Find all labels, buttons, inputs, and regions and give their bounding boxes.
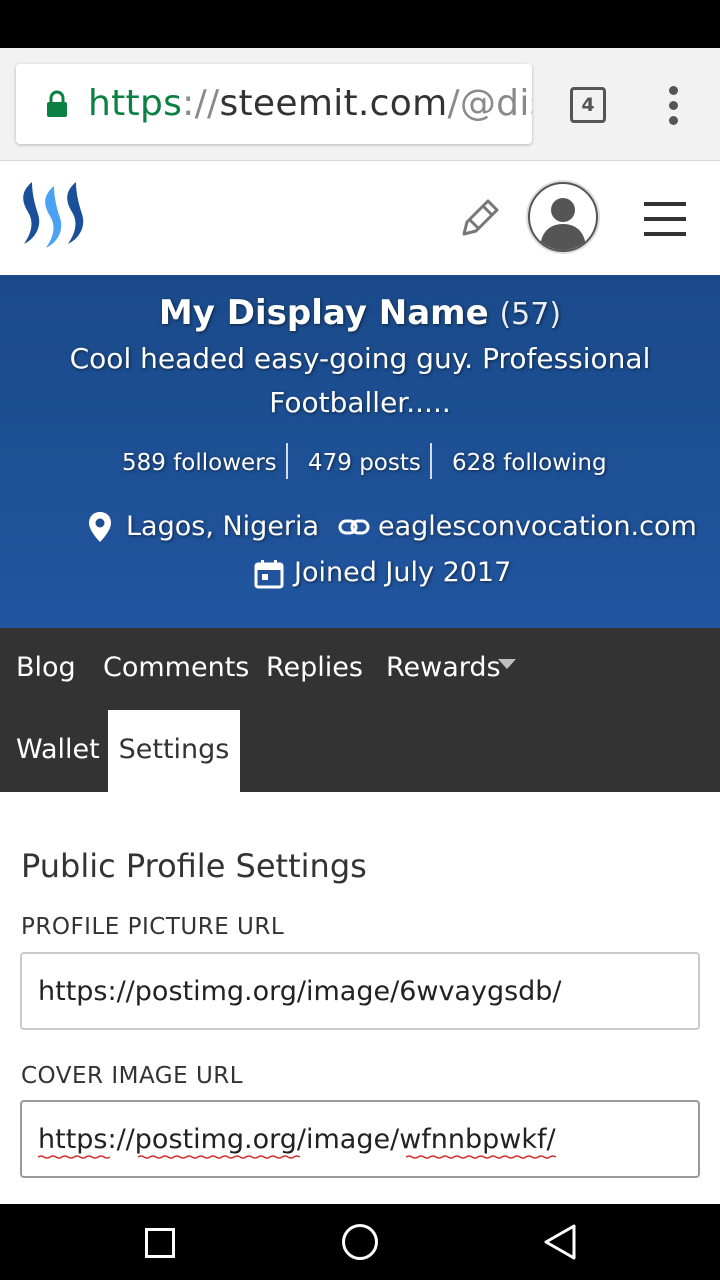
tab-settings[interactable]: Settings [108, 710, 240, 792]
rewards-dropdown-caret-icon[interactable] [498, 659, 516, 669]
profile-picture-label: PROFILE PICTURE URL [21, 914, 285, 940]
cover-image-url-input[interactable] [20, 1100, 700, 1178]
location-pin-icon [89, 512, 111, 542]
profile-picture-url-input[interactable] [20, 952, 700, 1030]
display-name-text: My Display Name [158, 293, 489, 333]
user-silhouette-icon [540, 198, 586, 250]
tab-comments[interactable]: Comments [103, 648, 249, 688]
stats-divider [286, 443, 288, 479]
profile-bio: Cool headed easy-going guy. Professional… [69, 342, 651, 419]
following-count[interactable]: 628 following [452, 443, 607, 483]
url-separator: :// [182, 83, 220, 124]
link-icon [338, 519, 370, 535]
profile-tabs: Blog Comments Replies Rewards Wallet Set… [0, 628, 720, 792]
browser-menu-icon[interactable] [663, 86, 685, 126]
tab-replies[interactable]: Replies [266, 648, 363, 688]
avatar[interactable] [528, 182, 598, 252]
recent-apps-icon[interactable] [145, 1228, 175, 1258]
tab-switcher-button[interactable]: 4 [570, 87, 606, 123]
status-bar [0, 0, 720, 48]
lock-icon [47, 90, 67, 117]
calendar-icon [254, 560, 284, 589]
tab-rewards[interactable]: Rewards [386, 648, 501, 688]
location-text: Lagos, Nigeria [126, 511, 320, 542]
spellcheck-underline [406, 1155, 556, 1159]
stats-divider [430, 443, 432, 479]
followers-count[interactable]: 589 followers [122, 443, 277, 483]
spellcheck-underline [138, 1155, 300, 1159]
url-path: /@disl [447, 83, 532, 124]
profile-joined-row: Joined July 2017 [0, 553, 720, 593]
settings-section-title: Public Profile Settings [21, 847, 367, 885]
profile-banner: My Display Name (57) Cool headed easy-go… [0, 275, 720, 628]
back-icon[interactable] [540, 1222, 580, 1262]
url-scheme: https [88, 83, 183, 124]
home-icon[interactable] [342, 1224, 378, 1260]
android-navigation-bar [0, 1204, 720, 1280]
profile-stats: 589 followers 479 posts 628 following [0, 443, 720, 483]
profile-meta-row: Lagos, Nigeria eaglesconvocation.com [0, 507, 720, 547]
steem-logo[interactable] [18, 178, 90, 252]
joined-date: Joined July 2017 [294, 557, 512, 588]
posts-count[interactable]: 479 posts [308, 443, 421, 483]
tab-wallet[interactable]: Wallet [16, 730, 100, 770]
profile-display-name: My Display Name (57) [0, 291, 720, 337]
reputation-score: (57) [499, 297, 562, 332]
tab-blog[interactable]: Blog [16, 648, 76, 688]
browser-toolbar: https://steemit.com/@disl 4 [0, 48, 720, 161]
url-text: https://steemit.com/@disl [88, 82, 532, 126]
website-link[interactable]: eaglesconvocation.com [378, 507, 697, 547]
hamburger-menu-icon[interactable] [644, 202, 688, 238]
address-bar[interactable]: https://steemit.com/@disl [16, 64, 532, 144]
url-host: steemit.com [219, 83, 448, 124]
cover-image-label: COVER IMAGE URL [21, 1063, 244, 1089]
pencil-icon[interactable] [456, 194, 502, 240]
site-header [0, 162, 720, 274]
spellcheck-underline [38, 1155, 110, 1159]
